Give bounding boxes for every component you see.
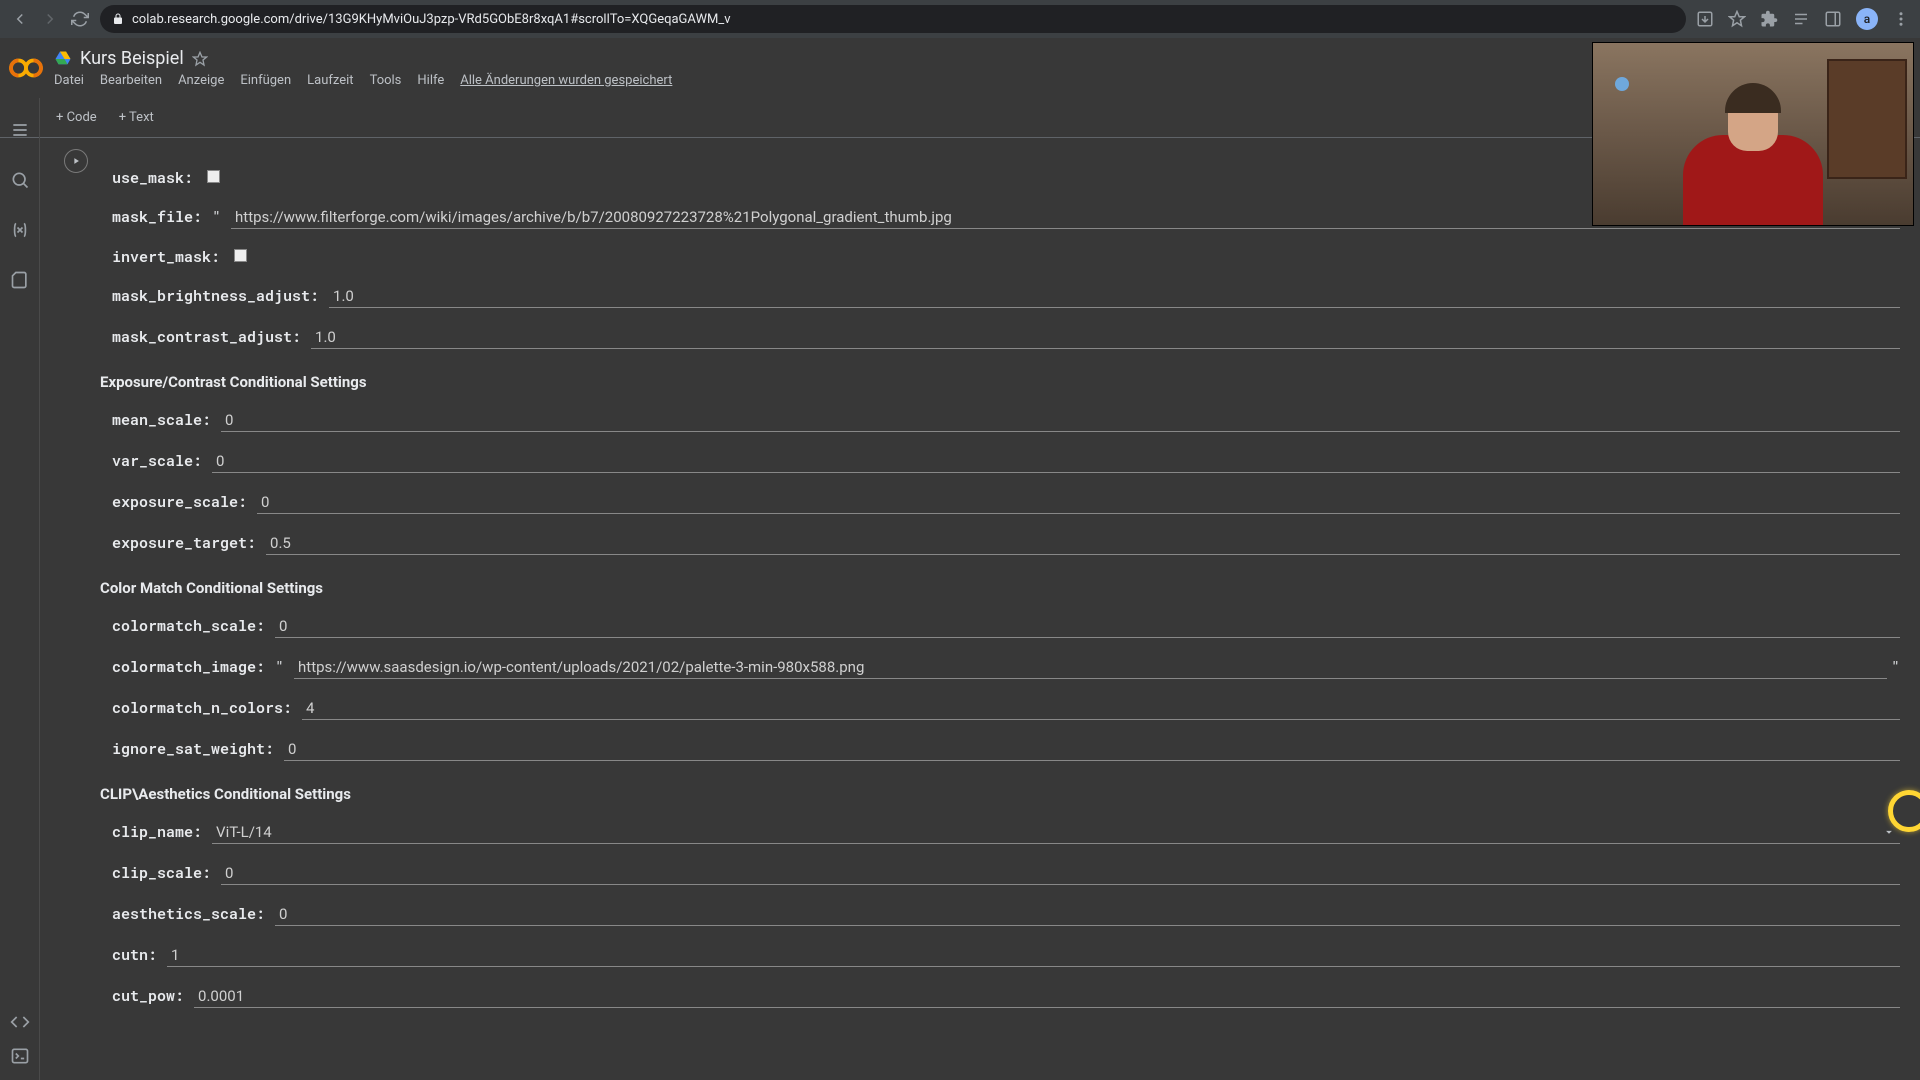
colormatch-image-input[interactable] bbox=[294, 656, 1887, 679]
colormatch-n-colors-label: colormatch_n_colors: bbox=[112, 698, 292, 718]
add-code-button[interactable]: + Code bbox=[48, 106, 105, 129]
mask-file-label: mask_file: bbox=[112, 207, 202, 227]
save-status[interactable]: Alle Änderungen wurden gespeichert bbox=[460, 73, 672, 88]
menu-hilfe[interactable]: Hilfe bbox=[417, 73, 444, 88]
use-mask-checkbox[interactable] bbox=[207, 170, 220, 183]
var-scale-row: var_scale: bbox=[112, 450, 1900, 473]
clip-name-value: ViT-L/14 bbox=[216, 823, 1882, 841]
profile-avatar[interactable]: a bbox=[1856, 8, 1878, 30]
mask-brightness-input[interactable] bbox=[329, 285, 1900, 308]
toc-icon[interactable] bbox=[10, 120, 30, 140]
url-text: colab.research.google.com/drive/13G9KHyM… bbox=[132, 12, 731, 27]
colormatch-n-colors-input[interactable] bbox=[302, 697, 1900, 720]
clip-name-row: clip_name: ViT-L/14 bbox=[112, 821, 1900, 844]
cut-pow-row: cut_pow: bbox=[112, 985, 1900, 1008]
menu-datei[interactable]: Datei bbox=[54, 73, 84, 88]
chevron-down-icon bbox=[1882, 825, 1896, 839]
colormatch-scale-input[interactable] bbox=[275, 615, 1900, 638]
menu-icon[interactable] bbox=[1892, 10, 1910, 28]
mask-contrast-row: mask_contrast_adjust: bbox=[112, 326, 1900, 349]
mean-scale-label: mean_scale: bbox=[112, 410, 211, 430]
exposure-target-label: exposure_target: bbox=[112, 533, 256, 553]
variables-icon[interactable] bbox=[10, 220, 30, 240]
colormatch-scale-label: colormatch_scale: bbox=[112, 616, 265, 636]
use-mask-label: use_mask: bbox=[112, 168, 193, 188]
aesthetics-scale-input[interactable] bbox=[275, 903, 1900, 926]
files-icon[interactable] bbox=[10, 270, 30, 290]
cutn-label: cutn: bbox=[112, 945, 157, 965]
ignore-sat-weight-input[interactable] bbox=[284, 738, 1900, 761]
cell-form: use_mask: mask_file: " invert_mask: mask… bbox=[40, 138, 1920, 1080]
menu-anzeige[interactable]: Anzeige bbox=[178, 73, 224, 88]
browser-actions: a bbox=[1696, 8, 1910, 30]
webcam-overlay bbox=[1592, 42, 1914, 226]
clip-section-heading: CLIP\Aesthetics Conditional Settings bbox=[100, 785, 1900, 803]
colormatch-n-colors-row: colormatch_n_colors: bbox=[112, 697, 1900, 720]
menu-bar: Datei Bearbeiten Anzeige Einfügen Laufze… bbox=[54, 73, 672, 88]
reading-list-icon[interactable] bbox=[1792, 10, 1810, 28]
mask-contrast-label: mask_contrast_adjust: bbox=[112, 327, 301, 347]
forward-button[interactable] bbox=[40, 9, 60, 29]
quote-icon: " bbox=[1891, 657, 1900, 677]
star-doc-icon[interactable] bbox=[192, 51, 208, 67]
mean-scale-row: mean_scale: bbox=[112, 409, 1900, 432]
invert-mask-label: invert_mask: bbox=[112, 247, 220, 267]
browser-bar: colab.research.google.com/drive/13G9KHyM… bbox=[0, 0, 1920, 38]
cutn-row: cutn: bbox=[112, 944, 1900, 967]
install-icon[interactable] bbox=[1696, 10, 1714, 28]
clip-scale-input[interactable] bbox=[221, 862, 1900, 885]
exposure-target-input[interactable] bbox=[266, 532, 1900, 555]
clip-scale-row: clip_scale: bbox=[112, 862, 1900, 885]
panel-icon[interactable] bbox=[1824, 10, 1842, 28]
aesthetics-scale-label: aesthetics_scale: bbox=[112, 904, 265, 924]
colormatch-image-label: colormatch_image: bbox=[112, 657, 265, 677]
colormatch-image-row: colormatch_image: " " bbox=[112, 656, 1900, 679]
menu-tools[interactable]: Tools bbox=[370, 73, 402, 88]
menu-bearbeiten[interactable]: Bearbeiten bbox=[100, 73, 162, 88]
mask-brightness-row: mask_brightness_adjust: bbox=[112, 285, 1900, 308]
drive-icon bbox=[54, 50, 72, 68]
menu-einfuegen[interactable]: Einfügen bbox=[240, 73, 291, 88]
var-scale-input[interactable] bbox=[212, 450, 1900, 473]
ignore-sat-weight-row: ignore_sat_weight: bbox=[112, 738, 1900, 761]
exposure-section-heading: Exposure/Contrast Conditional Settings bbox=[100, 373, 1900, 391]
cutn-input[interactable] bbox=[167, 944, 1900, 967]
lock-icon bbox=[112, 13, 124, 25]
menu-laufzeit[interactable]: Laufzeit bbox=[307, 73, 353, 88]
invert-mask-checkbox[interactable] bbox=[234, 249, 247, 262]
exposure-scale-label: exposure_scale: bbox=[112, 492, 247, 512]
cut-pow-input[interactable] bbox=[194, 985, 1900, 1008]
aesthetics-scale-row: aesthetics_scale: bbox=[112, 903, 1900, 926]
var-scale-label: var_scale: bbox=[112, 451, 202, 471]
mask-brightness-label: mask_brightness_adjust: bbox=[112, 286, 319, 306]
quote-icon: " bbox=[212, 207, 221, 227]
ignore-sat-weight-label: ignore_sat_weight: bbox=[112, 739, 274, 759]
back-button[interactable] bbox=[10, 9, 30, 29]
exposure-target-row: exposure_target: bbox=[112, 532, 1900, 555]
reload-button[interactable] bbox=[70, 9, 90, 29]
clip-name-select[interactable]: ViT-L/14 bbox=[212, 821, 1900, 844]
sidebar bbox=[0, 98, 40, 1080]
clip-name-label: clip_name: bbox=[112, 822, 202, 842]
clip-scale-label: clip_scale: bbox=[112, 863, 211, 883]
mask-contrast-input[interactable] bbox=[311, 326, 1900, 349]
colab-logo-icon[interactable] bbox=[8, 50, 44, 86]
exposure-scale-row: exposure_scale: bbox=[112, 491, 1900, 514]
quote-icon: " bbox=[275, 657, 284, 677]
terminal-icon[interactable] bbox=[10, 1046, 30, 1066]
color-section-heading: Color Match Conditional Settings bbox=[100, 579, 1900, 597]
search-icon[interactable] bbox=[10, 170, 30, 190]
extensions-icon[interactable] bbox=[1760, 10, 1778, 28]
code-snippets-icon[interactable] bbox=[10, 1012, 30, 1032]
invert-mask-row: invert_mask: bbox=[112, 247, 1900, 267]
doc-title[interactable]: Kurs Beispiel bbox=[80, 48, 184, 69]
url-bar[interactable]: colab.research.google.com/drive/13G9KHyM… bbox=[100, 5, 1686, 33]
exposure-scale-input[interactable] bbox=[257, 491, 1900, 514]
add-text-button[interactable]: + Text bbox=[111, 106, 162, 129]
mean-scale-input[interactable] bbox=[221, 409, 1900, 432]
cut-pow-label: cut_pow: bbox=[112, 986, 184, 1006]
colormatch-scale-row: colormatch_scale: bbox=[112, 615, 1900, 638]
star-icon[interactable] bbox=[1728, 10, 1746, 28]
